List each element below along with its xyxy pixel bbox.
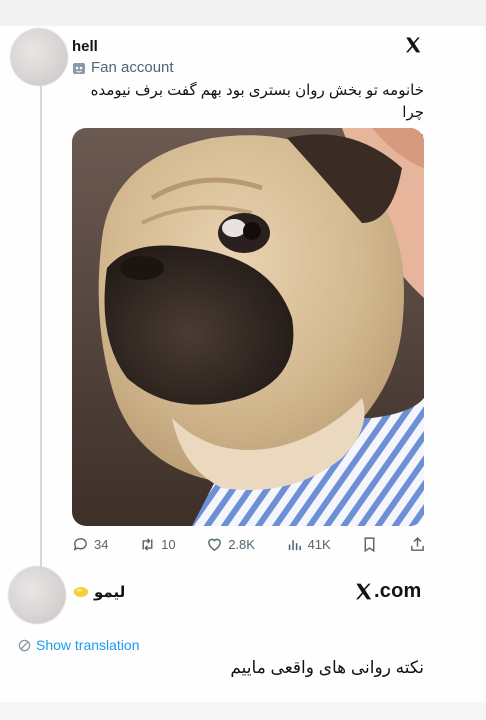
- reply-username[interactable]: لیمو: [72, 583, 125, 601]
- thread-connector-line: [40, 86, 42, 572]
- show-translation-text: Show translation: [36, 637, 140, 653]
- pug-photo-icon: [72, 128, 424, 526]
- bottom-frame: [0, 702, 486, 720]
- tweet-action-bar: 34 10 2.8K 41K: [72, 534, 426, 554]
- retweet-count: 10: [161, 536, 176, 552]
- fan-account-icon: [73, 62, 85, 74]
- reply-count: 34: [94, 536, 109, 552]
- retweet-button[interactable]: 10: [139, 536, 176, 553]
- x-com-label: .com: [374, 580, 422, 602]
- reply-username-text: لیمو: [94, 584, 126, 601]
- like-button[interactable]: 2.8K: [206, 536, 255, 553]
- top-frame: [0, 0, 486, 26]
- share-icon: [411, 536, 424, 551]
- account-label-text: Fan account: [91, 59, 174, 76]
- like-count: 2.8K: [228, 536, 255, 552]
- reply-icon: [73, 537, 87, 551]
- x-logo-icon[interactable]: [404, 36, 422, 54]
- tweet-photo[interactable]: [72, 128, 424, 526]
- x-logo-icon: [356, 583, 372, 600]
- retweet-icon: [142, 537, 153, 551]
- share-button[interactable]: [409, 536, 426, 553]
- bookmark-icon: [364, 536, 375, 552]
- tweet-text-line: خانومه تو بخش روان بستری بود بهم گفت برف…: [90, 82, 424, 121]
- tweet-username[interactable]: hell: [72, 38, 98, 55]
- page: hell Fan account خانومه تو بخش روان بستر…: [0, 0, 486, 720]
- views-bar-chart-icon: [288, 539, 301, 550]
- show-translation-link[interactable]: Show translation: [18, 637, 140, 653]
- heart-icon: [208, 538, 222, 551]
- translate-icon: [18, 639, 31, 651]
- reply-avatar[interactable]: [8, 566, 66, 624]
- reply-button[interactable]: 34: [72, 536, 108, 553]
- bookmark-button[interactable]: [361, 536, 378, 553]
- views-count: 41K: [307, 536, 331, 552]
- account-label: Fan account: [72, 59, 174, 76]
- x-com-watermark: .com: [354, 580, 421, 603]
- lemon-icon: [73, 587, 89, 597]
- avatar[interactable]: [10, 28, 68, 86]
- reply-text: نکته روانی های واقعی ماییم: [230, 658, 424, 677]
- views-button[interactable]: 41K: [286, 536, 331, 553]
